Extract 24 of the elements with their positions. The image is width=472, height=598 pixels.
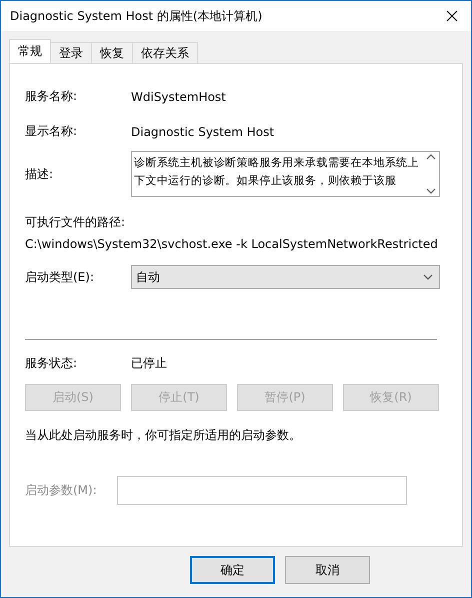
startup-type-dropdown[interactable]: 自动 <box>131 265 440 289</box>
window-title: Diagnostic System Host 的属性(本地计算机) <box>10 8 262 24</box>
hint-text: 当从此处启动服务时，你可指定所适用的启动参数。 <box>25 427 302 444</box>
field-label: 可执行文件的路径: <box>25 214 126 231</box>
service-status: 已停止 <box>131 355 167 372</box>
close-icon <box>446 10 458 22</box>
dialog-button[interactable]: 取消 <box>285 556 370 584</box>
description-box[interactable]: 诊断系统主机被诊断策略服务用来承载需要在本地系统上下文中运行的诊断。如果停止该服务，则依赖于该服 <box>131 151 440 197</box>
field-label: 服务状态: <box>25 355 78 372</box>
field-label: 启动类型(E): <box>25 268 95 286</box>
tab[interactable]: 常规 <box>9 39 51 63</box>
field-label: 描述: <box>25 166 54 182</box>
service-name: WdiSystemHost <box>131 90 226 104</box>
scroll-up-icon[interactable] <box>426 154 436 160</box>
tab[interactable]: 依存关系 <box>132 42 198 63</box>
field-label: 启动参数(M): <box>25 482 97 499</box>
display-name: Diagnostic System Host <box>131 124 274 138</box>
chevron-down-icon <box>423 274 433 280</box>
field-label: 服务名称: <box>25 88 78 105</box>
executable-path: C:\windows\System32\svchost.exe -k LocalSystemNetworkRestricted <box>25 237 438 251</box>
field-label: 显示名称: <box>25 123 78 140</box>
dialog-button[interactable]: 确定 <box>190 556 275 584</box>
description-text: 诊断系统主机被诊断策略服务用来承载需要在本地系统上下文中运行的诊断。如果停止该服务，则依赖于该服 <box>133 155 420 189</box>
scroll-down-icon[interactable] <box>426 188 436 194</box>
